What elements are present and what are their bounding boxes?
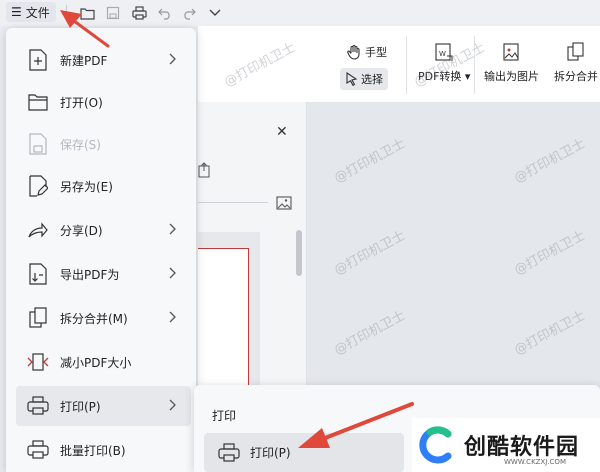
logo-url: WWW.CKZXJ.COM	[504, 458, 566, 466]
annotation-arrows	[60, 10, 414, 448]
logo-text: 创酷软件园	[464, 435, 580, 460]
site-logo: 创酷软件园 WWW.CKZXJ.COM	[412, 418, 600, 472]
arrow-to-file-menu	[60, 10, 110, 48]
logo-mark-icon	[419, 426, 452, 464]
arrow-to-print-option	[298, 402, 414, 448]
